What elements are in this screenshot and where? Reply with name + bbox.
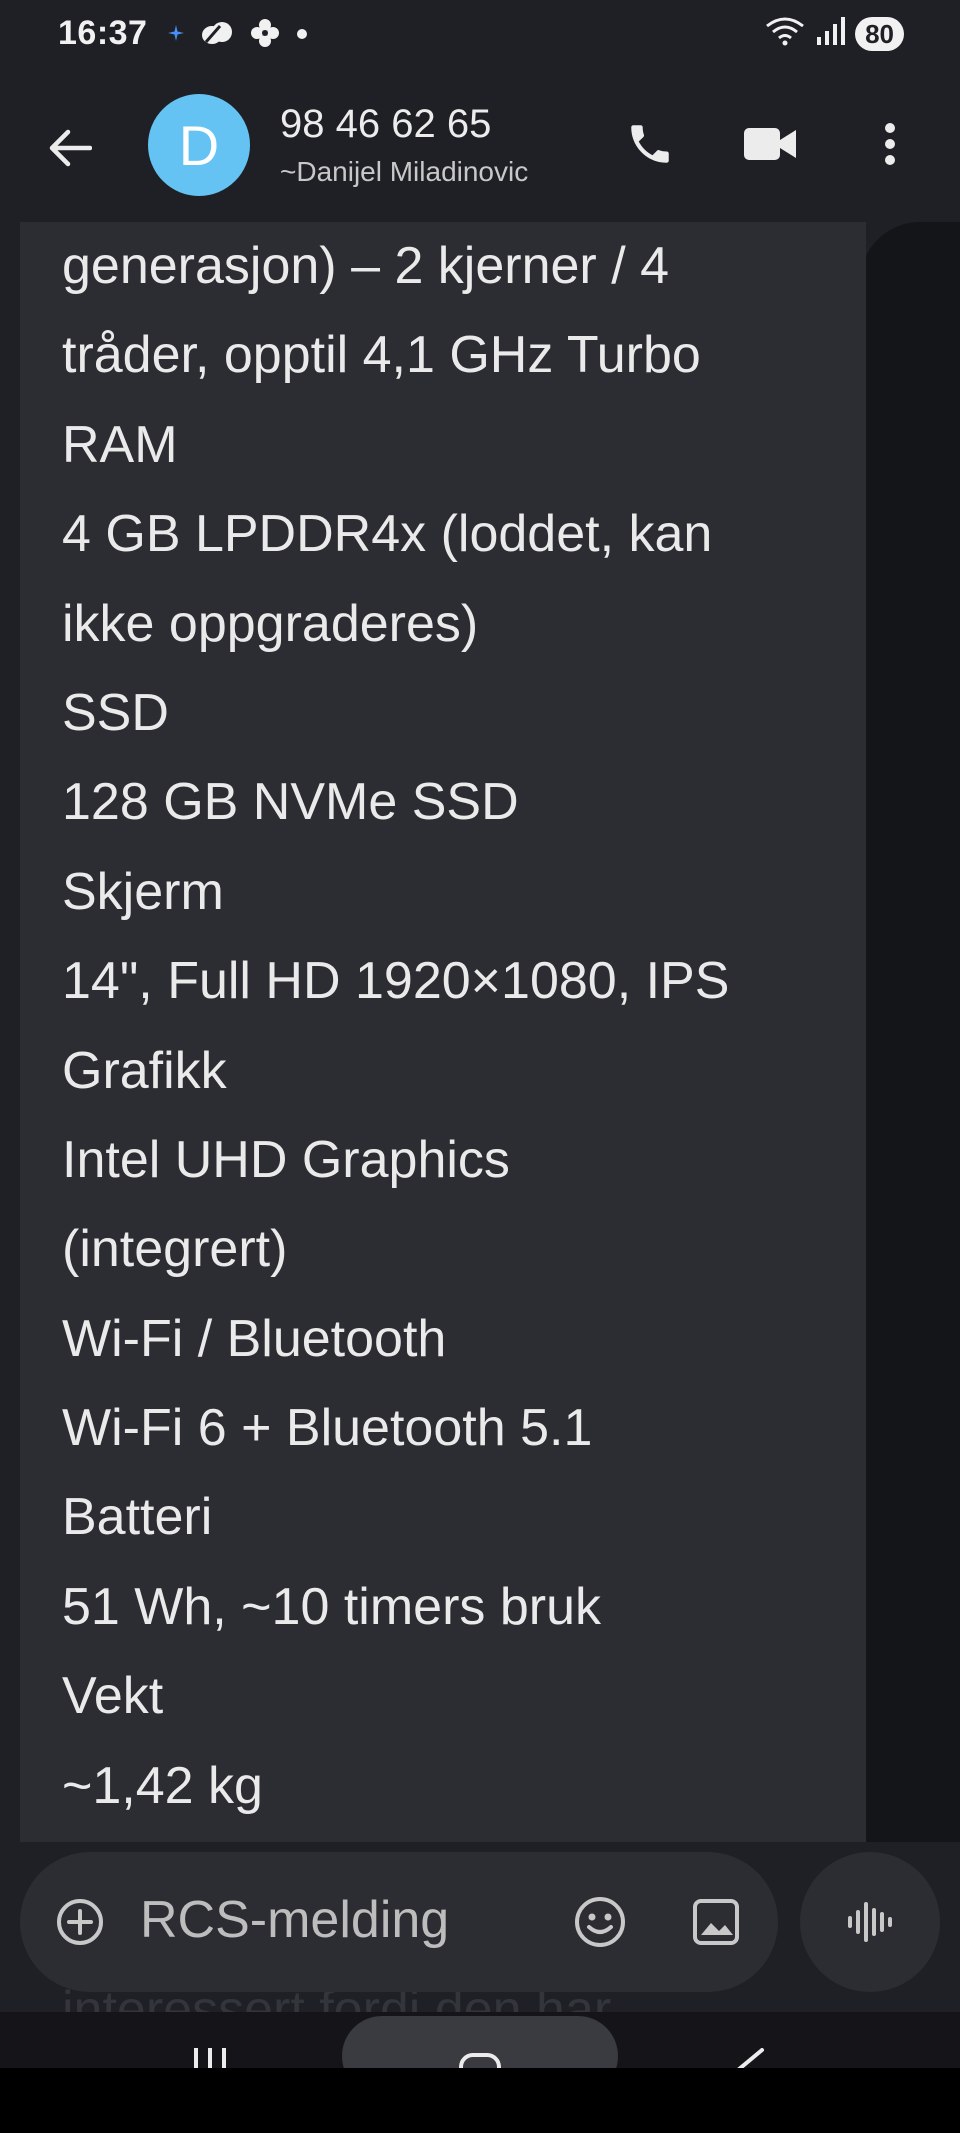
avatar[interactable]: D [148,94,250,196]
pinwheel-icon [250,18,280,53]
message-line: SSD [62,683,169,742]
call-button[interactable] [618,112,682,176]
chevron-left-icon [737,2048,764,2068]
screen-bottom-edge [0,2068,960,2133]
status-bar: 16:37 80 [0,0,960,70]
video-camera-icon [744,128,796,160]
recent-apps-button[interactable] [190,2048,230,2068]
arrow-left-icon [49,129,92,167]
message-line: generasjon) – 2 kjerner / 4 [62,237,670,295]
message-line: 51 Wh, ~10 timers bruk [62,1577,601,1636]
cloud-icon [200,20,234,51]
battery-indicator: 80 [855,16,904,51]
status-time: 16:37 [58,14,148,52]
message-line: RAM [62,415,178,474]
back-button[interactable] [40,118,100,178]
contact-name[interactable]: ~Danijel Miladinovic [280,156,528,188]
emoji-icon [575,1897,625,1947]
message-line: Vekt [62,1667,164,1726]
compose-bar: RCS-melding [20,1852,778,1992]
message-line: 128 GB NVMe SSD [62,773,519,832]
recents-icon [194,2048,226,2068]
gallery-button[interactable] [684,1890,748,1954]
voice-message-button[interactable] [800,1852,940,1992]
message-line: Wi-Fi 6 + Bluetooth 5.1 [62,1399,593,1458]
message-line: Batteri [62,1488,213,1547]
message-line: Skjerm [62,862,224,921]
message-line: ~1,42 kg [62,1756,263,1815]
image-icon [693,1899,739,1945]
phone-icon [631,125,669,163]
message-line: 14", Full HD 1920×1080, IPS [62,952,730,1011]
messages-screen: 16:37 80 D 98 46 62 65 ~Danijel Miladino… [0,0,960,2068]
wifi-icon [765,16,805,51]
side-panel [860,222,960,1842]
dot-icon [296,27,308,45]
notification-icons [168,18,308,53]
message-line: Wi-Fi / Bluetooth [62,1309,447,1368]
conversation-header: D 98 46 62 65 ~Danijel Miladinovic [0,82,960,206]
contact-number[interactable]: 98 46 62 65 [280,102,491,147]
message-line: Intel UHD Graphics [62,1130,510,1189]
message-input[interactable]: RCS-melding [140,1890,449,1950]
message-line: ikke oppgraderes) [62,594,479,653]
emoji-button[interactable] [568,1890,632,1954]
video-call-button[interactable] [738,112,802,176]
attach-button[interactable] [50,1892,110,1952]
message-text: generasjon) – 2 kjerner / 4 tråder, oppti… [62,222,822,1831]
waveform-icon [848,1902,892,1942]
sparkle-icon [168,25,184,46]
more-options-button[interactable] [858,112,922,176]
message-line: 4 GB LPDDR4x (loddet, kan [62,505,713,564]
message-line: tråder, opptil 4,1 GHz Turbo [62,326,701,385]
home-button[interactable] [458,2052,502,2068]
back-nav-button[interactable] [730,2048,770,2068]
signal-icon [815,17,846,50]
plus-circle-icon [57,1899,103,1945]
more-vertical-icon [885,123,895,165]
home-icon [459,2053,501,2068]
message-line: (integrert) [62,1220,288,1279]
navigation-bar [0,2012,960,2068]
message-line: Grafikk [62,1041,227,1100]
system-icons: 80 [765,16,904,51]
conversation-list[interactable]: generasjon) – 2 kjerner / 4 tråder, oppti… [0,222,960,1842]
